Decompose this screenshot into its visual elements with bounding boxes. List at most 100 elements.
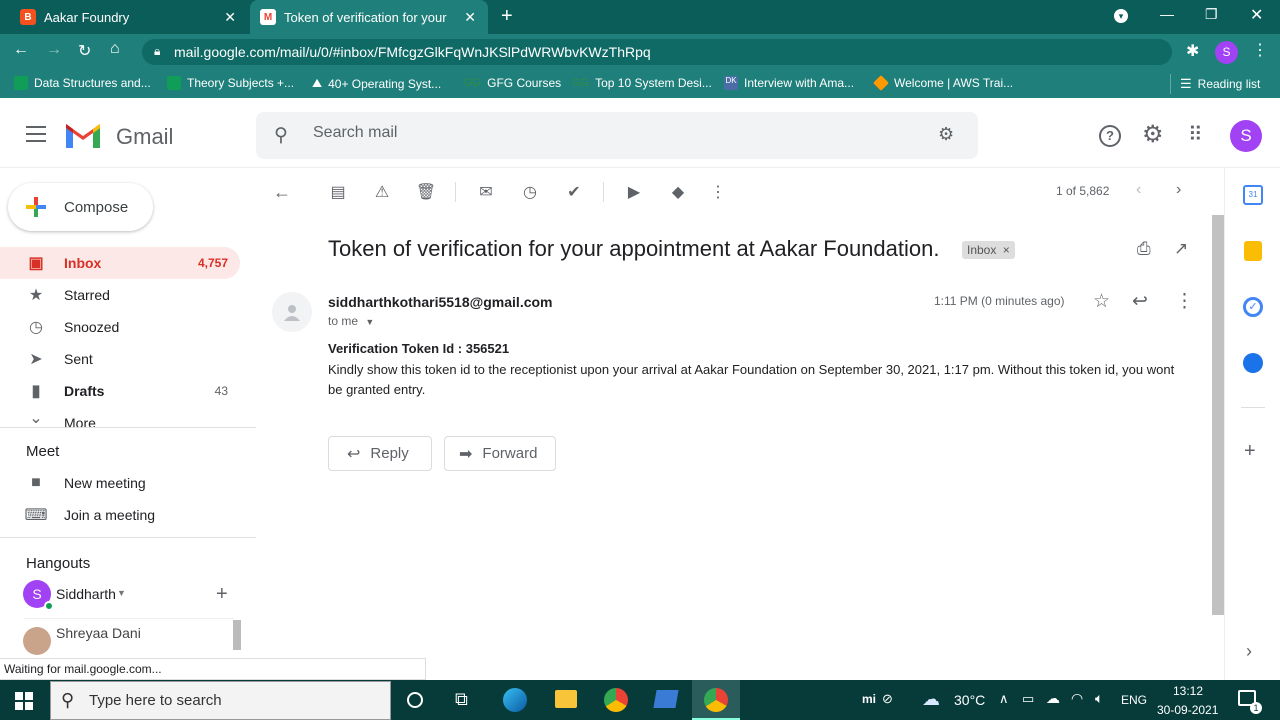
battery-icon[interactable]: ▭: [1022, 691, 1034, 707]
contact-avatar[interactable]: [23, 627, 51, 655]
more-actions-icon[interactable]: ⋮: [709, 183, 727, 201]
mi-icon[interactable]: mi: [862, 692, 876, 706]
lock-icon[interactable]: 🔒︎: [154, 44, 160, 59]
archive-icon[interactable]: ▤: [329, 183, 347, 201]
show-hidden-icons-icon[interactable]: ∧: [999, 691, 1009, 707]
report-spam-icon[interactable]: ⚠: [373, 183, 391, 201]
clock-date[interactable]: 30-09-2021: [1157, 703, 1218, 717]
reply-button[interactable]: ↩ Reply: [328, 436, 432, 471]
bookmark-item[interactable]: GG GFG Courses: [464, 76, 561, 90]
sync-icon[interactable]: ⊘: [882, 691, 893, 707]
home-icon[interactable]: ⌂: [110, 40, 120, 58]
chrome-icon[interactable]: [604, 688, 628, 712]
address-bar[interactable]: 🔒︎ mail.google.com/mail/u/0/#inbox/FMfcg…: [142, 39, 1172, 65]
nav-sent[interactable]: ➤ Sent: [0, 343, 240, 375]
search-options-icon[interactable]: ⚙︎: [938, 124, 954, 145]
sender-avatar[interactable]: [272, 292, 312, 332]
nav-inbox[interactable]: ▣ Inbox 4,757: [0, 247, 240, 279]
search-input[interactable]: Search mail: [313, 124, 397, 142]
sender-email[interactable]: siddharthkothari5518@gmail.com: [328, 294, 553, 310]
reading-list-button[interactable]: ☰ Reading list: [1180, 76, 1260, 92]
compose-button[interactable]: Compose: [8, 183, 153, 231]
tasks-icon[interactable]: ✓: [1243, 297, 1263, 317]
restore-icon[interactable]: ❐: [1205, 6, 1218, 23]
recipient-line[interactable]: to me ▼: [328, 314, 374, 328]
new-tab-icon[interactable]: +: [501, 5, 513, 28]
nav-starred[interactable]: ★ Starred: [0, 279, 240, 311]
close-tab-icon[interactable]: ✕: [464, 9, 476, 26]
add-contact-icon[interactable]: +: [216, 583, 228, 606]
hangouts-user-name[interactable]: Siddharth: [56, 586, 116, 602]
weather-cloud-icon[interactable]: ☁: [922, 689, 940, 710]
join-meeting-item[interactable]: ⌨ Join a meeting: [0, 499, 240, 531]
inbox-label-chip[interactable]: Inbox ×: [962, 241, 1015, 259]
apps-grid-icon[interactable]: ⠿: [1188, 122, 1203, 147]
clock-time[interactable]: 13:12: [1173, 684, 1203, 698]
details-caret-icon[interactable]: ▼: [365, 317, 374, 327]
extensions-icon[interactable]: ✱: [1186, 41, 1199, 61]
caret-down-icon[interactable]: ▼: [117, 588, 126, 598]
keep-icon[interactable]: [1244, 241, 1262, 261]
profile-avatar[interactable]: S: [1215, 41, 1238, 64]
tab-aakar-foundry[interactable]: B Aakar Foundry ✕: [0, 0, 248, 34]
open-new-window-icon[interactable]: ↗: [1174, 239, 1188, 259]
help-icon[interactable]: ?: [1099, 125, 1121, 147]
task-view-icon[interactable]: ⧉: [455, 689, 468, 710]
contacts-icon[interactable]: [1243, 353, 1263, 373]
window-close-icon[interactable]: ✕: [1250, 5, 1263, 25]
bookmark-item[interactable]: Data Structures and...: [14, 76, 151, 90]
forward-icon[interactable]: →: [46, 41, 62, 59]
snooze-icon[interactable]: ◷: [521, 183, 539, 201]
close-tab-icon[interactable]: ✕: [224, 9, 236, 26]
tab-gmail-active[interactable]: M Token of verification for your app ✕: [250, 0, 488, 34]
cortana-icon[interactable]: [407, 692, 423, 708]
settings-gear-icon[interactable]: ⚙: [1142, 120, 1164, 149]
tab-search-icon[interactable]: ▾: [1114, 9, 1128, 23]
remove-label-icon[interactable]: ×: [1003, 243, 1010, 257]
back-icon[interactable]: ←: [13, 41, 29, 59]
back-to-inbox-icon[interactable]: ←: [273, 182, 291, 202]
contact-name[interactable]: Shreyaa Dani: [56, 625, 141, 641]
newer-chevron-icon[interactable]: ‹: [1136, 181, 1141, 199]
label-icon[interactable]: ◆: [669, 183, 687, 201]
language-indicator[interactable]: ENG: [1121, 693, 1147, 707]
print-icon[interactable]: ⎙: [1137, 239, 1151, 259]
chrome-active-taskbar-button[interactable]: [692, 680, 740, 720]
edge-icon[interactable]: [503, 688, 527, 712]
volume-icon[interactable]: 🔈︎: [1095, 690, 1103, 707]
windows-start-icon[interactable]: [15, 692, 33, 710]
bookmark-item[interactable]: GG Top 10 System Desi...: [572, 76, 712, 90]
bookmark-item[interactable]: DK Interview with Ama...: [724, 76, 854, 90]
older-chevron-icon[interactable]: ›: [1176, 181, 1181, 199]
sidebar-scrollbar[interactable]: [233, 620, 241, 650]
star-email-icon[interactable]: ☆: [1093, 290, 1110, 313]
wifi-icon[interactable]: ◠: [1071, 690, 1083, 707]
bookmark-item[interactable]: Theory Subjects +...: [167, 76, 294, 90]
expand-panel-icon[interactable]: ›: [1246, 641, 1252, 662]
nav-drafts[interactable]: ▮ Drafts 43: [0, 375, 240, 407]
browser-menu-icon[interactable]: ⋮: [1252, 40, 1268, 60]
nav-snoozed[interactable]: ◷ Snoozed: [0, 311, 240, 343]
more-options-icon[interactable]: ⋮: [1175, 290, 1194, 313]
taskbar-search-input[interactable]: ⚲ Type here to search: [50, 681, 391, 720]
main-scrollbar[interactable]: [1212, 215, 1224, 615]
delete-icon[interactable]: 🗑︎: [416, 183, 436, 201]
move-to-icon[interactable]: ▶: [625, 183, 643, 201]
minimize-icon[interactable]: —: [1160, 6, 1174, 22]
reload-icon[interactable]: ↻: [78, 41, 91, 61]
bookmark-item[interactable]: Welcome | AWS Trai...: [873, 75, 1013, 91]
new-meeting-item[interactable]: ■ New meeting: [0, 467, 240, 499]
file-explorer-icon[interactable]: [555, 690, 577, 708]
main-menu-icon[interactable]: [26, 126, 46, 142]
add-to-tasks-icon[interactable]: ✔: [565, 183, 583, 201]
reply-arrow-icon[interactable]: ↩: [1132, 290, 1148, 313]
account-avatar[interactable]: S: [1230, 120, 1262, 152]
nav-more[interactable]: ⌄ More: [0, 410, 240, 428]
bookmark-item[interactable]: ⛰ 40+ Operating Syst...: [312, 76, 441, 91]
app-window-icon[interactable]: [653, 690, 679, 708]
weather-temp[interactable]: 30°C: [954, 692, 985, 708]
calendar-icon[interactable]: 31: [1243, 185, 1263, 205]
forward-button[interactable]: ➡ Forward: [444, 436, 556, 471]
get-addons-icon[interactable]: +: [1244, 440, 1256, 463]
mark-unread-icon[interactable]: ✉: [477, 183, 495, 201]
